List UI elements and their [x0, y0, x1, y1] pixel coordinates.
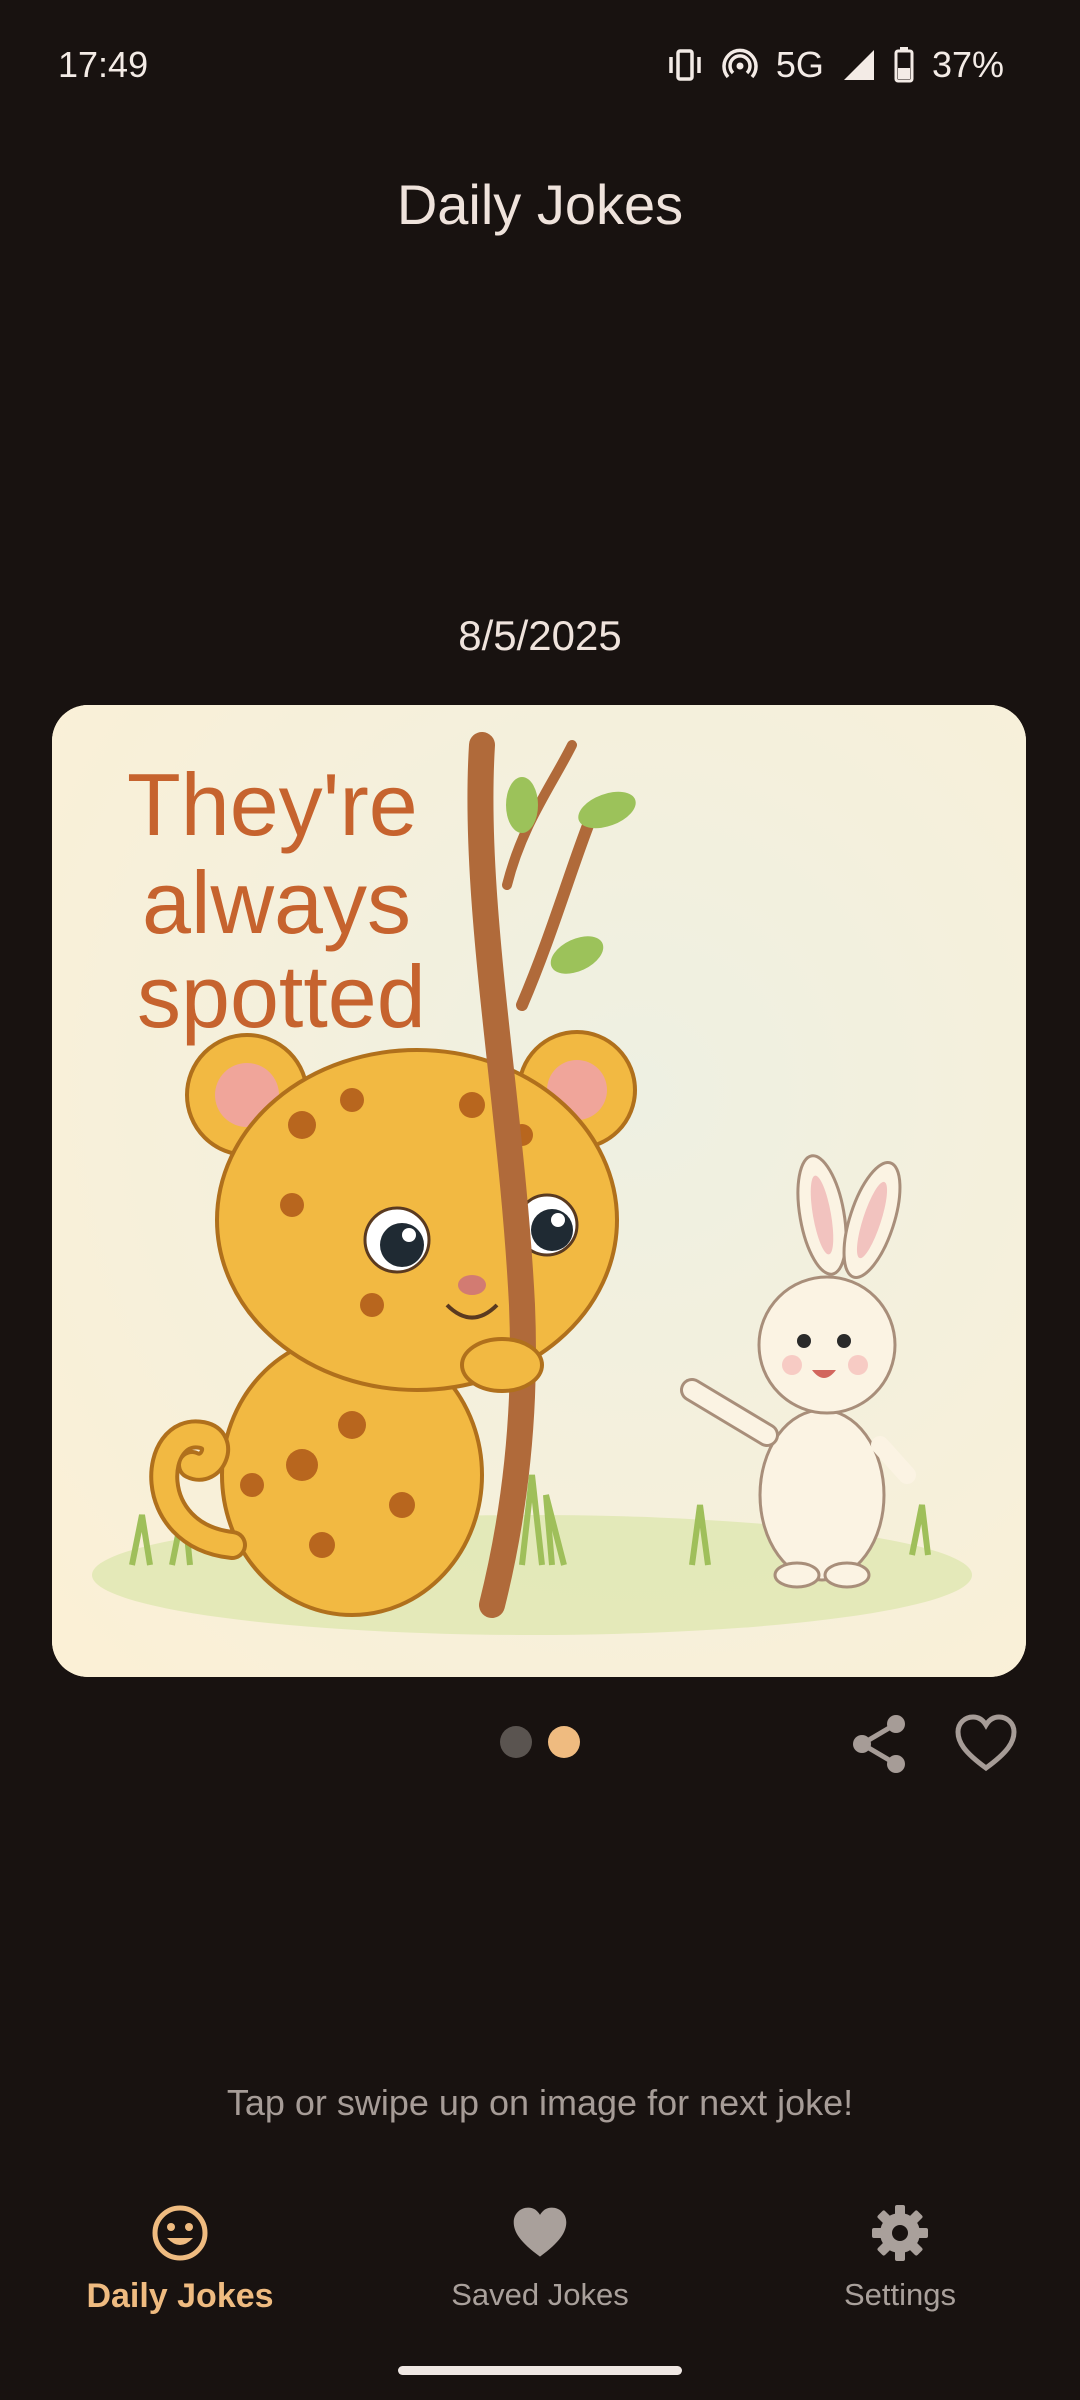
joke-illustration: They're always spotted	[52, 705, 1026, 1677]
image-caption-line-1: They're	[127, 755, 418, 854]
image-caption-line-3: spotted	[137, 947, 426, 1046]
page-title: Daily Jokes	[396, 173, 684, 236]
heart-outline-icon	[955, 1714, 1017, 1772]
image-caption-line-2: always	[142, 853, 411, 952]
next-joke-hint: Tap or swipe up on image for next joke!	[226, 2082, 854, 2123]
pager-indicator	[500, 1726, 580, 1758]
nav-item-settings[interactable]: Settings	[750, 2204, 1050, 2313]
favorite-button[interactable]	[954, 1712, 1018, 1776]
bottom-navigation: Daily Jokes Saved Jokes Settings	[0, 2190, 1080, 2340]
joke-date: 8/5/2025	[458, 612, 622, 659]
status-bar: 17:49 5G 37%	[0, 0, 1080, 134]
vibrate-icon	[666, 48, 704, 82]
status-time: 17:49	[58, 44, 149, 85]
nav-item-saved-jokes[interactable]: Saved Jokes	[390, 2204, 690, 2313]
home-indicator[interactable]	[398, 2366, 682, 2375]
hotspot-icon	[722, 47, 758, 83]
smiley-icon	[152, 2205, 208, 2261]
pager-dot[interactable]	[500, 1726, 532, 1758]
nav-label-daily-jokes: Daily Jokes	[86, 2277, 274, 2315]
heart-icon	[513, 2207, 567, 2257]
share-icon	[853, 1715, 905, 1773]
battery-icon	[894, 47, 914, 83]
gear-icon	[872, 2205, 928, 2261]
nav-label-saved-jokes: Saved Jokes	[451, 2277, 629, 2312]
battery-percent: 37%	[931, 44, 1004, 85]
pager-dot-active[interactable]	[548, 1726, 580, 1758]
nav-label-settings: Settings	[843, 2277, 956, 2312]
signal-icon	[842, 48, 876, 82]
joke-image[interactable]: They're always spotted	[52, 705, 1026, 1677]
status-icons: 5G 37%	[666, 44, 1004, 86]
share-button[interactable]	[848, 1712, 912, 1776]
network-type: 5G	[775, 44, 824, 85]
nav-item-daily-jokes[interactable]: Daily Jokes	[30, 2204, 330, 2316]
